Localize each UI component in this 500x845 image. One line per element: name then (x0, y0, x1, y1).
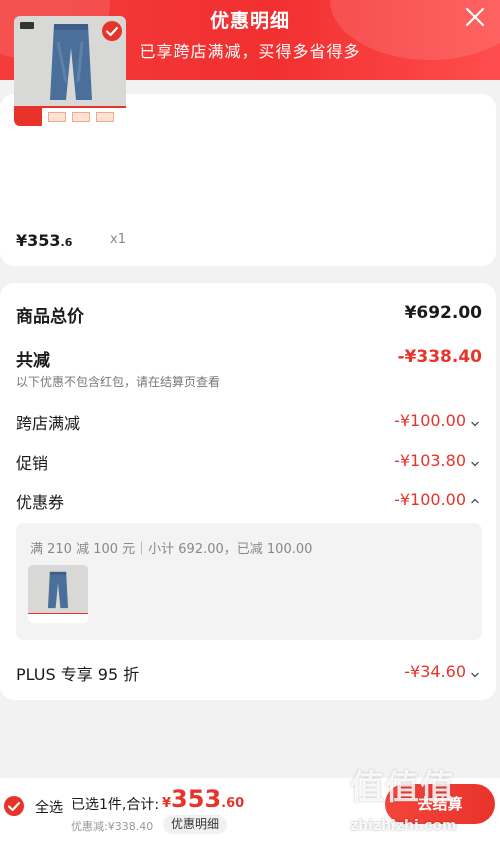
select-all-label[interactable]: 全选 (35, 797, 63, 817)
chevron-up-icon[interactable] (470, 496, 480, 506)
coupon-detail-text: 满 210 减 100 元｜小计 692.00，已减 100.00 (30, 542, 313, 557)
coupon-label: 优惠券 (16, 493, 65, 512)
product-price: ¥353.6 (16, 231, 72, 250)
total-dec: .60 (221, 796, 245, 811)
total-int: 353 (171, 785, 222, 813)
coupon-value[interactable]: -¥100.00 (394, 490, 466, 509)
product-quantity: x1 (110, 232, 126, 247)
jeans-image (50, 24, 92, 100)
product-price-dec: .6 (60, 236, 73, 249)
product-check-icon[interactable] (102, 21, 122, 41)
promotion-value[interactable]: -¥103.80 (394, 451, 466, 470)
watermark-url: zhizhizhi.com (350, 818, 457, 834)
plus-discount-label: PLUS 专享 95 折 (16, 665, 140, 684)
discount-amount: 优惠减:¥338.40 (71, 820, 154, 833)
promo-coupon (48, 112, 66, 122)
order-total: ¥353.60 (162, 785, 244, 813)
chevron-down-icon[interactable] (470, 459, 480, 469)
chevron-down-icon[interactable] (470, 670, 480, 680)
product-promo-strip (14, 106, 126, 126)
watermark: 值值值 zhizhizhi.com (340, 760, 500, 845)
total-currency: ¥ (162, 796, 172, 811)
cross-store-label: 跨店满减 (16, 414, 81, 433)
product-image[interactable] (14, 16, 126, 126)
jeans-image (47, 571, 69, 609)
select-all-check-icon[interactable] (4, 796, 24, 816)
discount-note: 以下优惠不包含红包，请在结算页查看 (16, 375, 221, 389)
product-promo-strip (28, 613, 88, 623)
coupon-detail-panel: 满 210 减 100 元｜小计 692.00，已减 100.00 (16, 523, 482, 640)
total-reduce-value: -¥338.40 (397, 347, 483, 367)
promo-tag (14, 108, 42, 126)
coupon-product-image (28, 565, 88, 623)
selected-summary: 已选1件,合计: (71, 797, 160, 813)
watermark-logo: 值值值 (350, 768, 455, 808)
product-price-int: ¥353 (16, 231, 61, 250)
close-icon[interactable] (462, 4, 488, 30)
promo-coupon (96, 112, 114, 122)
discount-detail-button[interactable]: 优惠明细 (163, 815, 228, 834)
chevron-down-icon[interactable] (470, 419, 480, 429)
plus-discount-value[interactable]: -¥34.60 (404, 662, 466, 681)
promotion-label: 促销 (16, 454, 49, 473)
total-reduce-label: 共减 (16, 351, 50, 371)
brand-logo (20, 22, 34, 29)
total-price-value: ¥692.00 (404, 303, 482, 323)
promo-coupon (72, 112, 90, 122)
cross-store-value[interactable]: -¥100.00 (394, 411, 466, 430)
total-price-label: 商品总价 (16, 307, 84, 327)
